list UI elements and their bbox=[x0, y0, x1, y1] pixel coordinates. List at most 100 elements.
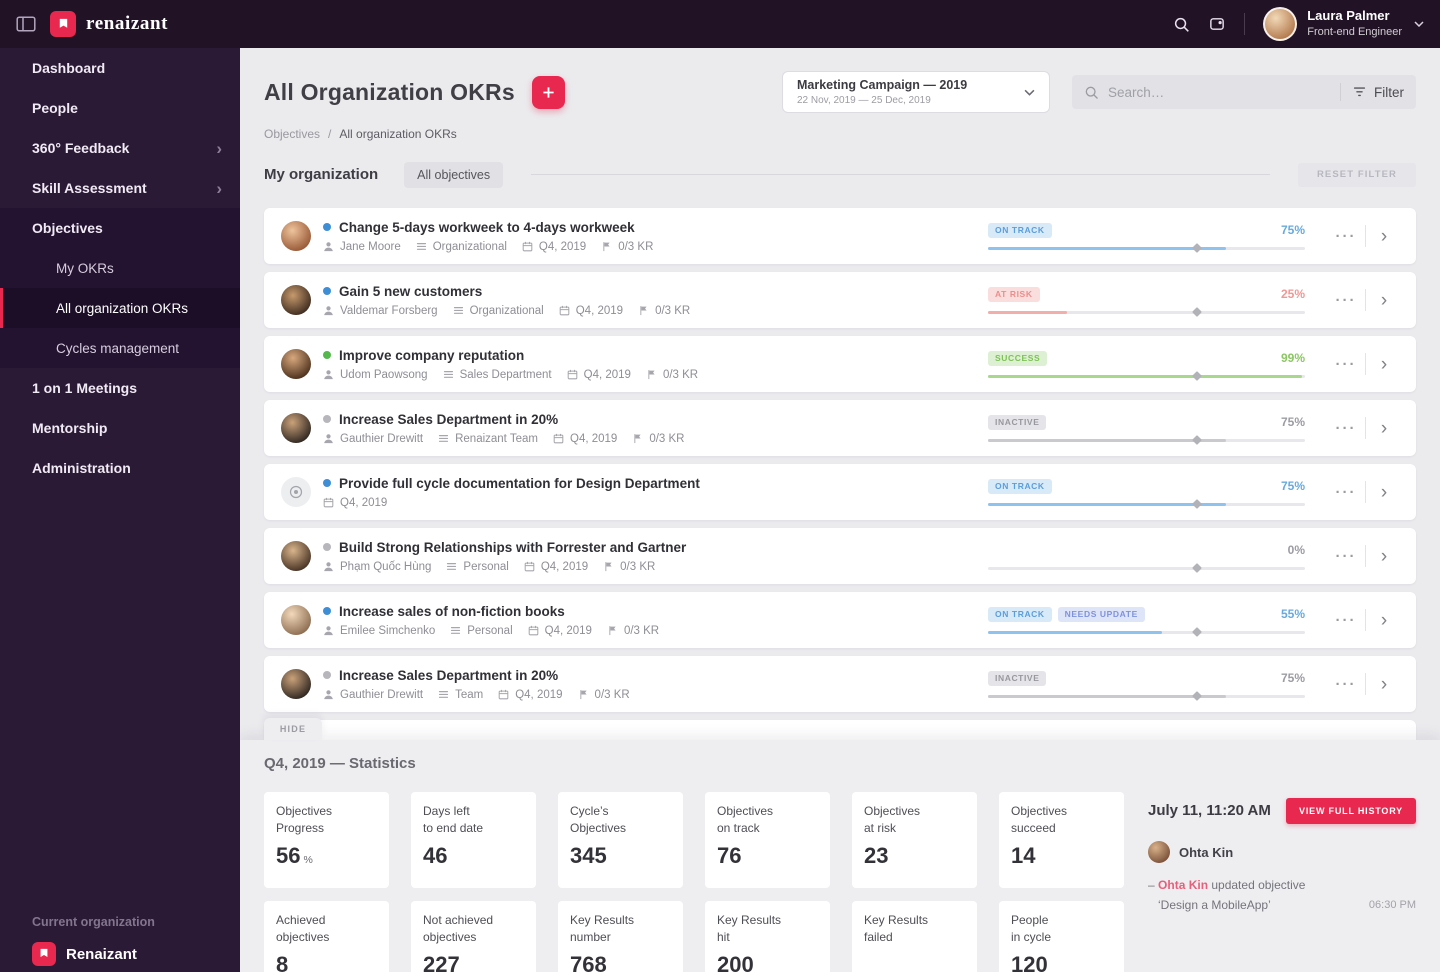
filter-button[interactable]: Filter bbox=[1353, 85, 1404, 100]
meta-flag: 0/3 KR bbox=[601, 241, 653, 253]
row-menu-button[interactable]: ··· bbox=[1327, 228, 1365, 245]
notifications-icon[interactable] bbox=[1208, 16, 1226, 33]
meta-text: Q4, 2019 bbox=[544, 624, 592, 637]
sidebar-item-360-feedback[interactable]: 360° Feedback › bbox=[0, 128, 240, 168]
row-menu-button[interactable]: ··· bbox=[1327, 612, 1365, 629]
hide-statistics-button[interactable]: HIDE bbox=[264, 718, 322, 740]
sidebar-item-label: Dashboard bbox=[32, 60, 106, 76]
stat-card: People in cycle 120 bbox=[999, 901, 1124, 972]
progress-bar bbox=[988, 563, 1305, 573]
sidebar-nav: Dashboard People 360° Feedback › Skill Asses… bbox=[0, 48, 240, 488]
flag-icon bbox=[603, 561, 614, 572]
okr-main: Change 5-days workweek to 4-days workwee… bbox=[323, 220, 653, 253]
cycle-selector[interactable]: Marketing Campaign — 2019 22 Nov, 2019 —… bbox=[782, 71, 1050, 113]
row-open-button[interactable]: › bbox=[1366, 419, 1402, 438]
sidebar-item-objectives[interactable]: Objectives bbox=[0, 208, 240, 248]
row-menu-button[interactable]: ··· bbox=[1327, 676, 1365, 693]
search-icon[interactable] bbox=[1173, 16, 1190, 33]
activity-entry: – Ohta Kin updated objective ‘Design a M… bbox=[1148, 876, 1416, 916]
meta-person: Valdemar Forsberg bbox=[323, 305, 438, 317]
okr-list: Change 5-days workweek to 4-days workwee… bbox=[264, 208, 1416, 776]
category-icon bbox=[416, 241, 427, 252]
page-header: All Organization OKRs Marketing Campaign… bbox=[264, 70, 1416, 114]
sidebar-item-administration[interactable]: Administration bbox=[0, 448, 240, 488]
entry-object: ‘Design a MobileApp’ bbox=[1158, 897, 1271, 912]
person-icon bbox=[323, 433, 334, 444]
activity-user-name: Ohta Kin bbox=[1179, 844, 1234, 860]
plus-icon bbox=[543, 86, 554, 98]
okr-row[interactable]: Improve company reputation Udom Paowsong S… bbox=[264, 336, 1416, 392]
avatar bbox=[1148, 841, 1170, 863]
okr-main: Provide full cycle documentation for Des… bbox=[323, 476, 700, 509]
okr-row[interactable]: Build Strong Relationships with Forreste… bbox=[264, 528, 1416, 584]
sidebar-item-1-on-1-meetings[interactable]: 1 on 1 Meetings bbox=[0, 368, 240, 408]
sidebar-item-all-organization-okrs[interactable]: All organization OKRs bbox=[0, 288, 240, 328]
add-objective-button[interactable] bbox=[531, 75, 565, 109]
organization-switcher[interactable]: Renaizant bbox=[32, 942, 208, 966]
tab-all-objectives[interactable]: All objectives bbox=[404, 161, 504, 188]
stat-card: Not achieved objectives 227 bbox=[411, 901, 536, 972]
cycle-date-range: 22 Nov, 2019 — 25 Dec, 2019 bbox=[797, 95, 931, 106]
breadcrumb-current: All organization OKRs bbox=[339, 126, 457, 141]
sidebar-item-label: All organization OKRs bbox=[56, 300, 189, 316]
row-open-button[interactable]: › bbox=[1366, 547, 1402, 566]
meta-text: Organizational bbox=[469, 304, 544, 317]
row-open-button[interactable]: › bbox=[1366, 675, 1402, 694]
okr-row[interactable]: Increase Sales Department in 20% Gauthier… bbox=[264, 400, 1416, 456]
row-open-button[interactable]: › bbox=[1366, 355, 1402, 374]
reset-filter-button[interactable]: RESET FILTER bbox=[1298, 162, 1416, 187]
okr-row[interactable]: Gain 5 new customers Valdemar Forsberg Org… bbox=[264, 272, 1416, 328]
progress-bar bbox=[988, 499, 1305, 509]
sidebar-item-label: Cycles management bbox=[56, 340, 180, 356]
flag-icon bbox=[601, 241, 612, 252]
meta-person: Phạm Quốc Hùng bbox=[323, 561, 431, 573]
row-open-button[interactable]: › bbox=[1366, 227, 1402, 246]
row-controls: ··· › bbox=[1327, 673, 1402, 695]
okr-row[interactable]: Change 5-days workweek to 4-days workwee… bbox=[264, 208, 1416, 264]
okr-row[interactable]: Provide full cycle documentation for Des… bbox=[264, 464, 1416, 520]
okr-row[interactable]: Increase Sales Department in 20% Gauthier… bbox=[264, 656, 1416, 712]
row-menu-button[interactable]: ··· bbox=[1327, 484, 1365, 501]
okr-meta: Phạm Quốc Hùng Personal Q4, 2019 0/3 KR bbox=[323, 561, 686, 573]
tab-my-organization[interactable]: My organization bbox=[264, 166, 378, 183]
status-dot bbox=[323, 671, 331, 679]
row-menu-button[interactable]: ··· bbox=[1327, 548, 1365, 565]
sidebar-item-dashboard[interactable]: Dashboard bbox=[0, 48, 240, 88]
search-input[interactable] bbox=[1108, 84, 1328, 100]
sidebar-item-my-okrs[interactable]: My OKRs bbox=[0, 248, 240, 288]
meta-flag: 0/3 KR bbox=[638, 305, 690, 317]
person-icon bbox=[323, 625, 334, 636]
okr-title: Build Strong Relationships with Forreste… bbox=[339, 539, 687, 555]
progress-percent: 75% bbox=[1280, 223, 1305, 237]
okr-main: Increase Sales Department in 20% Gauthier… bbox=[323, 668, 630, 701]
row-open-button[interactable]: › bbox=[1366, 291, 1402, 310]
breadcrumb: Objectives / All organization OKRs bbox=[264, 126, 1416, 141]
sidebar-toggle-button[interactable] bbox=[16, 16, 36, 32]
okr-meta: Jane Moore Organizational Q4, 2019 0/3 KR bbox=[323, 241, 653, 253]
row-controls: ··· › bbox=[1327, 545, 1402, 567]
sidebar-item-mentorship[interactable]: Mentorship bbox=[0, 408, 240, 448]
stat-value: 200 bbox=[717, 951, 754, 972]
activity-actor-link[interactable]: Ohta Kin bbox=[1158, 878, 1208, 892]
sidebar-item-skill-assessment[interactable]: Skill Assessment › bbox=[0, 168, 240, 208]
row-menu-button[interactable]: ··· bbox=[1327, 292, 1365, 309]
view-full-history-button[interactable]: VIEW FULL HISTORY bbox=[1286, 798, 1416, 824]
stat-label: Key Results hit bbox=[717, 913, 782, 945]
row-controls: ··· › bbox=[1327, 609, 1402, 631]
stat-label: People in cycle bbox=[1011, 913, 1052, 945]
row-open-button[interactable]: › bbox=[1366, 611, 1402, 630]
category-icon bbox=[438, 433, 449, 444]
sidebar-item-people[interactable]: People bbox=[0, 88, 240, 128]
breadcrumb-objectives[interactable]: Objectives bbox=[264, 127, 320, 141]
row-menu-button[interactable]: ··· bbox=[1327, 420, 1365, 437]
okr-row[interactable]: Increase sales of non-fiction books Emile… bbox=[264, 592, 1416, 648]
row-open-button[interactable]: › bbox=[1366, 483, 1402, 502]
row-menu-button[interactable]: ··· bbox=[1327, 356, 1365, 373]
flag-icon bbox=[632, 433, 643, 444]
flag-icon bbox=[638, 305, 649, 316]
profile-menu[interactable]: Laura Palmer Front-end Engineer bbox=[1263, 7, 1424, 41]
progress-percent: 75% bbox=[1280, 479, 1305, 493]
meta-calendar: Q4, 2019 bbox=[559, 305, 623, 317]
sidebar-item-cycles-management[interactable]: Cycles management bbox=[0, 328, 240, 368]
progress-bar bbox=[988, 435, 1305, 445]
